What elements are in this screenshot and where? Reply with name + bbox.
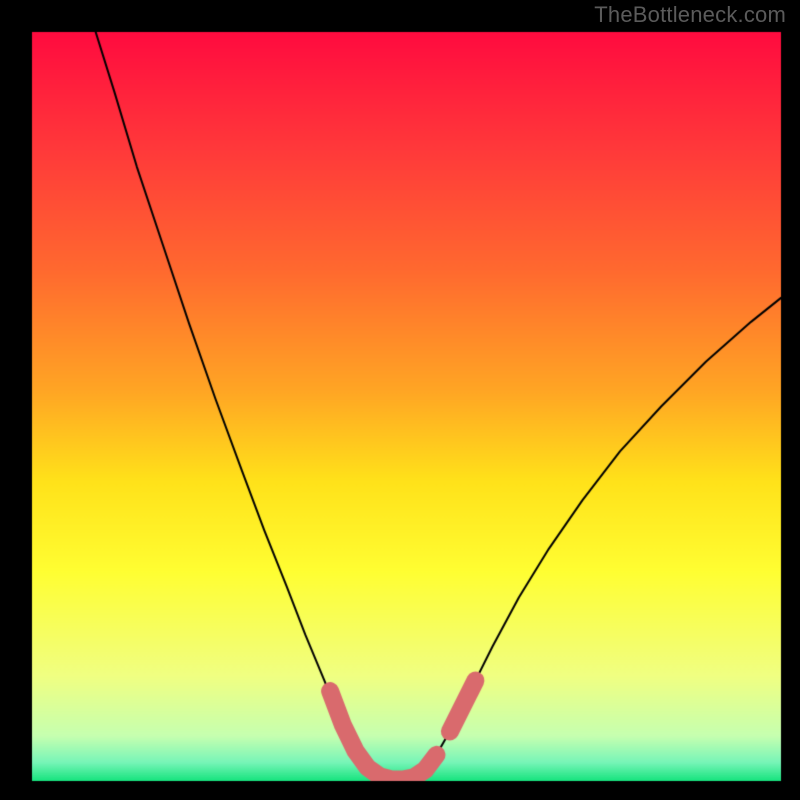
chart-container: TheBottleneck.com (0, 0, 800, 800)
watermark-label: TheBottleneck.com (594, 2, 786, 28)
bottleneck-curve-chart (0, 0, 800, 800)
